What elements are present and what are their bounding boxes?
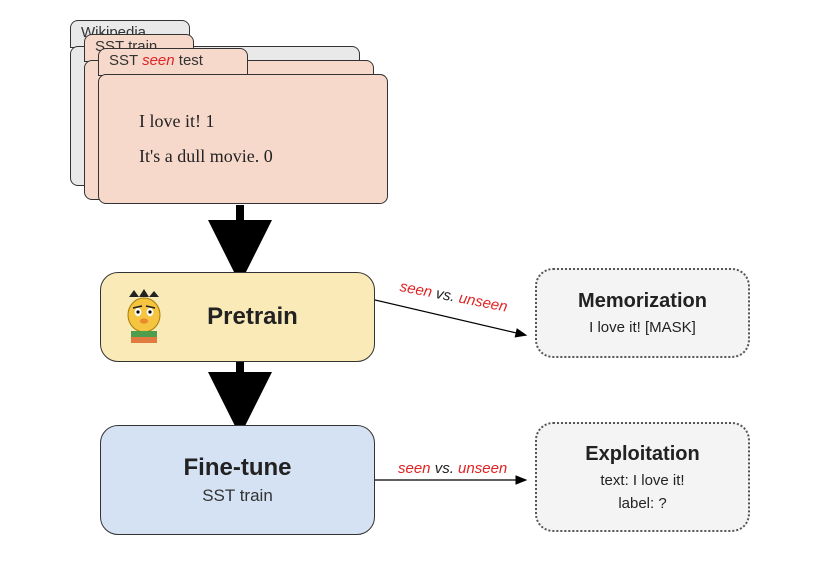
folder-body-sst-test: I love it! 1 It's a dull movie. 0 — [98, 74, 388, 204]
exploitation-box: Exploitation text: I love it! label: ? — [535, 422, 750, 532]
memorization-example: I love it! [MASK] — [589, 319, 696, 336]
word-seen: seen — [398, 460, 431, 477]
edge-label-pretrain: seen vs. unseen — [398, 278, 509, 316]
exploitation-title: Exploitation — [585, 443, 699, 466]
memorization-box: Memorization I love it! [MASK] — [535, 268, 750, 358]
bert-icon — [119, 287, 169, 347]
pretrain-title: Pretrain — [207, 303, 298, 331]
folder-tab-sst-test: SST seen test — [98, 48, 248, 76]
pretrain-box: Pretrain — [100, 272, 375, 362]
exploitation-text: text: I love it! — [600, 472, 684, 489]
arrow-corpus-to-pretrain — [225, 205, 255, 275]
example-line: It's a dull movie. 0 — [139, 146, 387, 167]
finetune-subtitle: SST train — [202, 486, 273, 506]
edge-label-finetune: seen vs. unseen — [398, 460, 507, 477]
memorization-title: Memorization — [578, 290, 707, 313]
label-seen: seen — [142, 52, 175, 69]
example-line: I love it! 1 — [139, 111, 387, 132]
word-unseen: unseen — [458, 460, 507, 477]
finetune-title: Fine-tune — [184, 454, 292, 482]
word-unseen: unseen — [457, 290, 509, 316]
label-suffix: test — [175, 52, 203, 69]
label-prefix: SST — [109, 52, 142, 69]
word-vs: vs. — [431, 460, 459, 477]
finetune-box: Fine-tune SST train — [100, 425, 375, 535]
word-seen: seen — [398, 278, 433, 301]
arrow-pretrain-to-finetune — [225, 362, 255, 432]
exploitation-label: label: ? — [618, 495, 666, 512]
word-vs: vs. — [430, 284, 460, 306]
corpus-stack: Wikipedia SST train SST seen test I love… — [70, 20, 370, 205]
